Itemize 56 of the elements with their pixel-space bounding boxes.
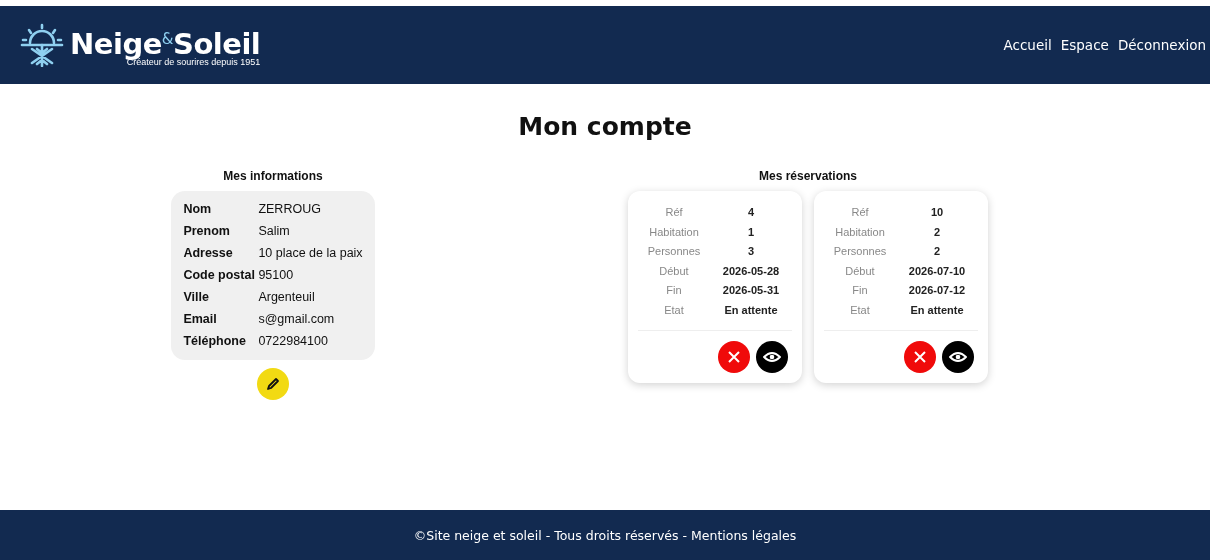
edit-button[interactable]	[257, 368, 289, 400]
field-value: Argenteuil	[258, 289, 315, 306]
field-label: Réf	[664, 205, 684, 220]
cancel-button[interactable]	[718, 341, 750, 373]
field-value: 2026-07-10	[907, 263, 967, 279]
field-value: 10 place de la paix	[258, 245, 363, 262]
field-label: Personnes	[832, 244, 888, 259]
field-label: Téléphone	[183, 333, 247, 350]
field-label: Email	[183, 311, 218, 328]
field-value: 10	[929, 205, 945, 220]
cancel-button[interactable]	[904, 341, 936, 373]
field-label: Fin	[665, 283, 683, 298]
field-label: Personnes	[646, 244, 702, 259]
field-value: 1	[746, 224, 756, 240]
field-label: Début	[844, 263, 876, 279]
view-button[interactable]	[756, 341, 788, 373]
field-value: ZERROUG	[258, 201, 321, 218]
field-value: 95100	[258, 267, 294, 284]
eye-icon	[763, 351, 781, 363]
field-label: Nom	[183, 201, 213, 218]
field-label: Fin	[851, 283, 869, 298]
field-value: 0722984100	[258, 333, 328, 350]
close-icon	[728, 351, 740, 363]
field-value: 2026-05-31	[721, 283, 781, 298]
eye-icon	[949, 351, 967, 363]
field-value: 2	[932, 244, 942, 259]
field-value: En attente	[723, 302, 779, 318]
view-button[interactable]	[942, 341, 974, 373]
field-label: Etat	[663, 302, 685, 318]
footer-text: ©Site neige et soleil - Tous droits réservés - Mentions légales	[413, 527, 797, 543]
field-label: Code postal	[183, 267, 256, 284]
field-value: Salim	[258, 223, 290, 240]
sun-snowflake-icon	[20, 23, 64, 67]
nav-link[interactable]: Déconnexion	[1117, 37, 1206, 53]
field-value: En attente	[909, 302, 965, 318]
field-label: Prenom	[183, 223, 231, 240]
field-label: Habitation	[648, 224, 700, 240]
page-title: Mon compte	[517, 112, 693, 141]
field-value: 3	[746, 244, 756, 259]
field-label: Ville	[183, 289, 210, 306]
field-value: s@gmail.com	[258, 311, 335, 328]
section-title: Mes informations	[223, 169, 323, 183]
nav-link[interactable]: Accueil	[1003, 37, 1052, 53]
field-value: 2026-07-12	[907, 283, 967, 298]
nav-link[interactable]: Espace	[1060, 37, 1109, 53]
field-label: Etat	[849, 302, 871, 318]
field-value: 2	[932, 224, 942, 240]
close-icon	[914, 351, 926, 363]
field-value: 4	[746, 205, 756, 220]
field-label: Adresse	[183, 245, 234, 262]
field-label: Habitation	[834, 224, 886, 240]
pencil-icon	[266, 377, 280, 391]
section-title: Mes réservations	[758, 169, 858, 183]
field-label: Début	[658, 263, 690, 279]
field-value: 2026-05-28	[721, 263, 781, 279]
field-label: Réf	[850, 205, 870, 220]
